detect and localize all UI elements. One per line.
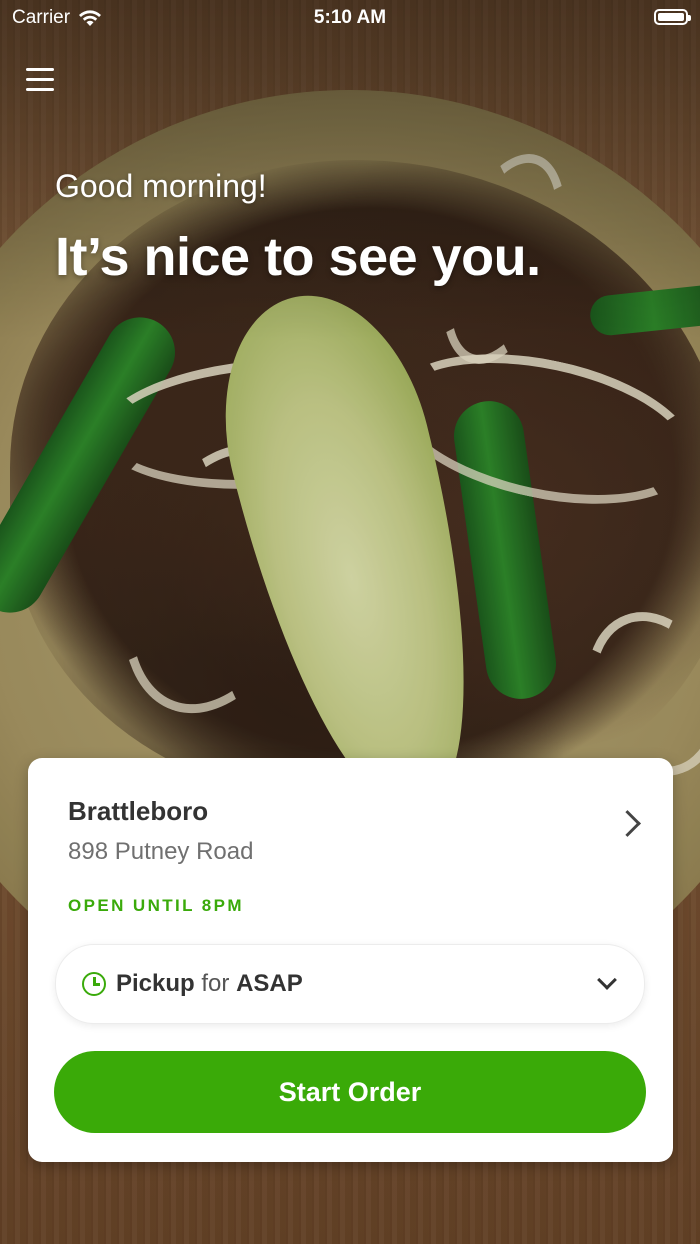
- order-connector: for: [201, 970, 230, 997]
- order-mode: Pickup: [116, 970, 195, 997]
- greeting-salutation: Good morning!: [55, 168, 267, 204]
- status-time: 5:10 AM: [313, 7, 387, 28]
- status-bar: Carrier 5:10 AM: [0, 0, 700, 36]
- battery-level: [658, 13, 684, 21]
- battery-icon: [654, 9, 691, 25]
- chevron-down-icon[interactable]: [597, 970, 617, 990]
- pickup-time-dropdown[interactable]: Pickup for ASAP: [55, 944, 645, 1024]
- location-selector[interactable]: Brattleboro 898 Putney Road: [28, 758, 673, 888]
- location-address: 898 Putney Road: [68, 838, 254, 865]
- start-order-button[interactable]: Start Order: [54, 1051, 646, 1133]
- hamburger-menu-icon[interactable]: [26, 66, 56, 92]
- greeting-headline: It’s nice to see you.: [55, 227, 541, 287]
- chevron-right-icon[interactable]: [614, 810, 641, 837]
- order-time: ASAP: [236, 970, 303, 997]
- location-name: Brattleboro: [68, 796, 209, 826]
- pickup-time-label: Pickup for ASAP: [116, 970, 303, 998]
- clock-icon: [82, 972, 106, 996]
- location-order-card: Brattleboro 898 Putney Road OPEN UNTIL 8…: [28, 758, 673, 1162]
- open-hours-status: OPEN UNTIL 8PM: [68, 896, 244, 915]
